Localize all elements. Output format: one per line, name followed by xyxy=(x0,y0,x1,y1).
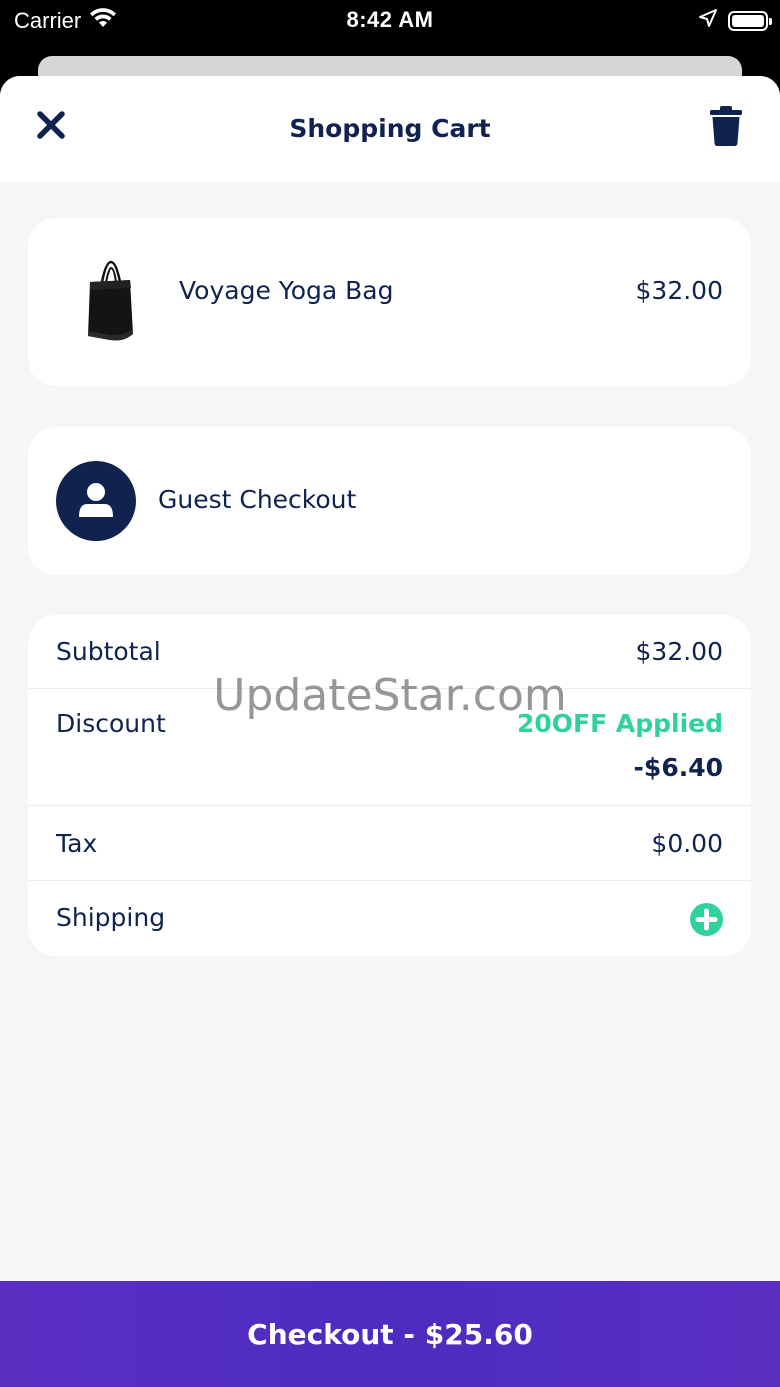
status-time: 8:42 AM xyxy=(346,7,434,32)
status-bar: Carrier 8:42 AM xyxy=(0,0,780,40)
header: Shopping Cart xyxy=(0,76,780,182)
plus-circle-icon xyxy=(695,908,718,931)
subtotal-row: Subtotal $32.00 xyxy=(28,615,751,689)
location-arrow-icon xyxy=(698,8,718,34)
discount-code-applied: 20OFF Applied xyxy=(516,709,723,738)
tote-bag-image xyxy=(80,260,140,344)
user-icon xyxy=(79,483,113,517)
discount-row[interactable]: Discount 20OFF Applied -$6.40 xyxy=(28,689,751,806)
clear-cart-button[interactable] xyxy=(710,106,742,146)
customer-card[interactable]: Guest Checkout xyxy=(28,427,751,575)
tax-value: $0.00 xyxy=(651,829,723,858)
battery-icon xyxy=(728,11,772,31)
discount-amount: -$6.40 xyxy=(633,753,723,782)
guest-checkout-label: Guest Checkout xyxy=(158,485,357,514)
page-title: Shopping Cart xyxy=(289,114,491,143)
status-right-group xyxy=(698,8,772,34)
shipping-label: Shipping xyxy=(56,903,166,932)
subtotal-label: Subtotal xyxy=(56,637,161,666)
discount-label: Discount xyxy=(56,709,166,738)
add-shipping-button[interactable] xyxy=(690,903,723,936)
app-screen: Carrier 8:42 AM Shopping Cart Voyage Yog… xyxy=(0,0,780,1387)
tax-label: Tax xyxy=(56,829,98,858)
cart-item[interactable]: Voyage Yoga Bag $32.00 xyxy=(28,218,751,386)
product-price: $32.00 xyxy=(635,276,723,305)
battery-level xyxy=(732,15,764,27)
subtotal-value: $32.00 xyxy=(635,637,723,666)
trash-icon xyxy=(710,106,742,146)
tax-row: Tax $0.00 xyxy=(28,806,751,881)
checkout-button[interactable]: Checkout - $25.60 xyxy=(0,1281,780,1387)
product-name: Voyage Yoga Bag xyxy=(179,276,394,305)
shipping-row[interactable]: Shipping xyxy=(28,881,751,956)
avatar xyxy=(56,461,136,541)
order-summary: Subtotal $32.00 Discount 20OFF Applied -… xyxy=(28,615,751,956)
shopping-cart-sheet: Shopping Cart Voyage Yoga Bag $32.00 Gue… xyxy=(0,76,780,1387)
